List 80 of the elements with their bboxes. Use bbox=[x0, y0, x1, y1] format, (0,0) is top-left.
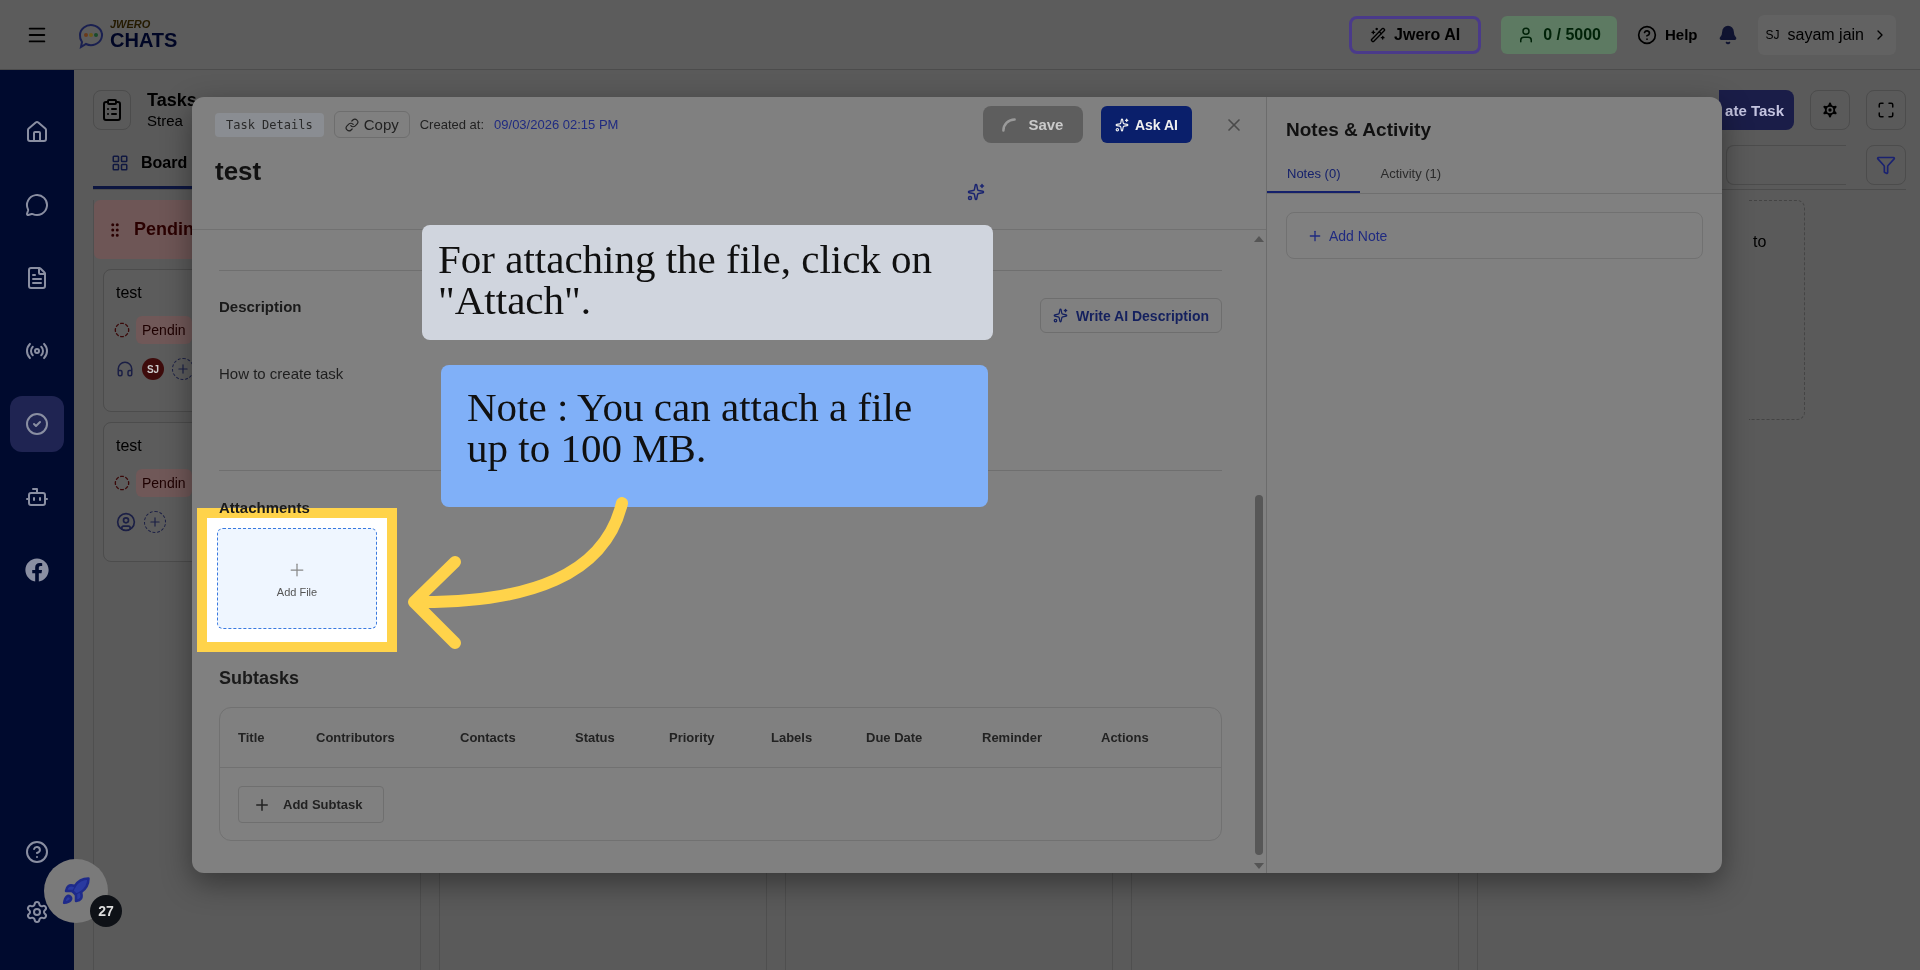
logo-text: CHATS bbox=[110, 30, 178, 50]
help-icon bbox=[1637, 24, 1657, 45]
home-icon bbox=[25, 120, 49, 144]
add-note-button[interactable]: Add Note bbox=[1286, 212, 1703, 259]
section-title: Subtasks bbox=[219, 668, 300, 689]
created-date: 09/03/2026 02:15 PM bbox=[494, 117, 619, 132]
description-text: How to create task bbox=[219, 365, 344, 382]
column-header: Contributors bbox=[316, 730, 396, 745]
sparkle-icon bbox=[1052, 308, 1068, 323]
sparkle-icon bbox=[1114, 117, 1129, 132]
fullscreen-button[interactable] bbox=[1866, 90, 1906, 130]
note-callout: Note : You can attach a file up to 100 MB. bbox=[441, 365, 988, 507]
logo-text: JWERO bbox=[110, 19, 152, 30]
panel-tab[interactable]: Activity (1) bbox=[1360, 155, 1462, 193]
filter-button[interactable] bbox=[1866, 144, 1906, 185]
wand-icon bbox=[1370, 26, 1387, 43]
plus-icon bbox=[148, 515, 162, 529]
column-header: Reminder bbox=[982, 730, 1043, 745]
status-badge: Pendin bbox=[136, 316, 192, 344]
panel-tab[interactable]: Notes (0) bbox=[1267, 155, 1361, 193]
card-title: test bbox=[116, 284, 143, 302]
status-icon bbox=[114, 322, 130, 338]
check-circle-icon bbox=[25, 412, 49, 436]
user-icon bbox=[116, 512, 136, 532]
user-menu[interactable]: SJ sayam jain bbox=[1757, 14, 1896, 55]
user-avatar: SJ bbox=[142, 358, 164, 380]
settings-icon[interactable] bbox=[25, 900, 49, 924]
tip-callout: For attaching the file, click on "Attach". bbox=[422, 225, 993, 340]
chat-icon bbox=[25, 193, 49, 217]
column-header: Due Date bbox=[866, 730, 924, 745]
placeholder-text: to bbox=[1753, 233, 1767, 250]
scroll-down-icon[interactable] bbox=[1254, 863, 1264, 869]
document-icon bbox=[25, 266, 49, 290]
copy-button[interactable]: Copy bbox=[333, 111, 410, 138]
page-title: Tasks bbox=[147, 90, 197, 112]
column-header: Status bbox=[575, 730, 616, 745]
bell-icon[interactable] bbox=[1717, 24, 1738, 45]
spinner-icon bbox=[1002, 117, 1017, 132]
scroll-up-icon[interactable] bbox=[1254, 236, 1264, 242]
status-icon bbox=[114, 475, 130, 491]
add-file-button[interactable]: Add File bbox=[217, 528, 377, 629]
clipboard-icon bbox=[93, 90, 131, 130]
plus-icon bbox=[176, 362, 190, 376]
link-icon bbox=[344, 117, 359, 132]
funnel-icon bbox=[1876, 154, 1896, 175]
card-title: test bbox=[116, 437, 143, 455]
headset-icon bbox=[116, 360, 134, 378]
help-icon[interactable] bbox=[25, 840, 49, 864]
help-link[interactable]: Help bbox=[1637, 24, 1698, 45]
task-details-chip: Task Details bbox=[215, 112, 324, 137]
column-header: Priority bbox=[669, 730, 716, 745]
status-badge: Pendin bbox=[136, 469, 192, 497]
section-title: Attachments bbox=[219, 499, 310, 516]
panel-title: Notes & Activity bbox=[1286, 119, 1431, 141]
created-label: Created at: bbox=[419, 117, 485, 132]
task-title: test bbox=[215, 156, 262, 187]
search-field[interactable] bbox=[1726, 144, 1846, 185]
expand-icon bbox=[1877, 101, 1895, 119]
column-header: Labels bbox=[771, 730, 814, 745]
page-subtitle: Strea bbox=[147, 111, 184, 130]
section-title: Description bbox=[219, 298, 302, 315]
column-header: Contacts bbox=[460, 730, 517, 745]
column-title: Pendin bbox=[134, 219, 194, 240]
create-task-button[interactable]: ate Task bbox=[1719, 90, 1794, 130]
ask-ai-button[interactable]: Ask AI bbox=[1100, 106, 1192, 143]
column-header: Title bbox=[238, 730, 266, 745]
gear-icon bbox=[1820, 100, 1840, 120]
facebook-icon bbox=[25, 558, 49, 582]
sparkle-icon[interactable] bbox=[967, 183, 985, 201]
count-badge: 27 bbox=[90, 895, 122, 927]
ai-button[interactable]: Jwero AI bbox=[1349, 15, 1482, 54]
ai-description-button[interactable]: Write AI Description bbox=[1039, 298, 1222, 333]
rocket-icon bbox=[61, 876, 91, 906]
grid-icon bbox=[111, 154, 129, 172]
settings-button[interactable] bbox=[1810, 90, 1850, 130]
robot-icon bbox=[25, 485, 49, 509]
add-subtask-button[interactable]: Add Subtask bbox=[238, 786, 384, 823]
sidebar-item[interactable] bbox=[10, 396, 64, 452]
column-header: Actions bbox=[1101, 730, 1150, 745]
credits-counter: 0 / 5000 bbox=[1501, 15, 1617, 54]
